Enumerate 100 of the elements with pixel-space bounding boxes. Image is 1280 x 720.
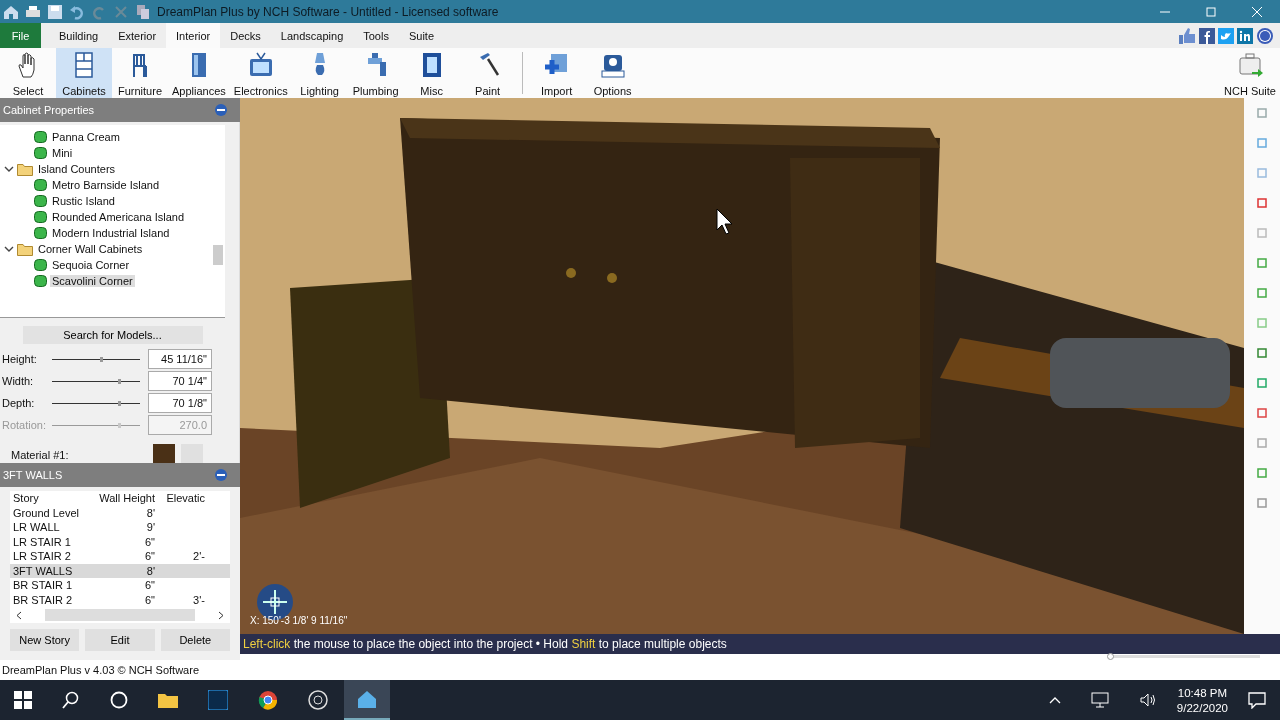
tool-icon[interactable] — [1257, 258, 1267, 268]
linkedin-icon[interactable] — [1237, 27, 1253, 44]
story-row[interactable]: LR STAIR 2 6" 2'- — [10, 549, 230, 564]
toolbar-button[interactable]: Furniture — [112, 48, 168, 98]
tree-folder[interactable]: Island Counters — [36, 163, 118, 175]
browser-icon[interactable] — [258, 690, 278, 710]
tree-item[interactable]: Mini — [50, 147, 75, 159]
file-menu[interactable]: File — [0, 23, 41, 48]
tool-icon[interactable] — [1257, 498, 1267, 508]
collapse-icon[interactable] — [214, 103, 228, 117]
toolbar-button[interactable]: Options — [584, 48, 641, 98]
value-field[interactable]: 70 1/8" — [148, 393, 212, 413]
speaker-icon[interactable] — [1138, 692, 1157, 708]
tree-folder[interactable]: Corner Wall Cabinets — [36, 243, 145, 255]
ribbon-tab[interactable]: Building — [49, 23, 109, 48]
thumbs-up-icon[interactable] — [1178, 26, 1196, 45]
notification-icon[interactable] — [1248, 691, 1266, 709]
tool-icon[interactable] — [1257, 468, 1267, 478]
tool-icon[interactable] — [1257, 288, 1267, 298]
print-icon[interactable] — [25, 3, 41, 20]
story-row[interactable]: Ground Level 8' — [10, 505, 230, 520]
window-title: DreamPlan Plus by NCH Software - Untitled - Licensed software — [157, 4, 499, 19]
value-field[interactable]: 45 11/16" — [148, 349, 212, 369]
expand-chevron-icon[interactable] — [4, 164, 14, 174]
3d-viewport[interactable]: X: 150'-3 1/8' 9 11/16" — [240, 98, 1244, 634]
tree-item[interactable]: Scavolini Corner — [50, 275, 135, 287]
ribbon-tab[interactable]: Landscaping — [270, 23, 354, 48]
story-button[interactable]: Delete — [160, 629, 230, 651]
ribbon-tab[interactable]: Interior — [166, 23, 221, 48]
tree-item[interactable]: Panna Cream — [50, 131, 122, 143]
hint-text: Left-click the mouse to place the object into the project • Hold Shift to place multiple objects — [243, 636, 727, 651]
tree-item[interactable]: Metro Barnside Island — [50, 179, 161, 191]
facebook-icon[interactable] — [1199, 27, 1215, 44]
folder-icon[interactable] — [158, 692, 178, 708]
search-icon[interactable] — [62, 691, 80, 709]
toolbar-button[interactable]: Lighting — [291, 48, 348, 98]
tool-icon[interactable] — [1257, 108, 1267, 118]
tree-item[interactable]: Rounded Americana Island — [50, 211, 187, 223]
expand-chevron-icon[interactable] — [4, 244, 14, 254]
toolbar-button[interactable]: Select — [0, 48, 56, 98]
field-label: Material #1: — [11, 449, 70, 461]
nch-suite-button[interactable]: NCH Suite — [1220, 48, 1280, 98]
story-row[interactable]: 3FT WALLS 8' — [10, 563, 230, 578]
toolbar-button[interactable]: Cabinets — [56, 48, 112, 98]
close-icon[interactable] — [1252, 6, 1262, 17]
material-swatch[interactable] — [153, 444, 175, 463]
copy-icon[interactable] — [135, 3, 151, 20]
model-icon — [34, 147, 47, 159]
tree-item[interactable]: Sequoia Corner — [50, 259, 132, 271]
aperture-icon[interactable] — [308, 690, 328, 710]
ps-app-icon[interactable] — [208, 690, 228, 710]
toolbar-button[interactable]: Import — [528, 48, 585, 98]
story-row[interactable]: LR STAIR 1 6" — [10, 534, 230, 549]
app-taskbar-button[interactable] — [344, 680, 390, 720]
tool-icon[interactable] — [1257, 438, 1267, 448]
ribbon-tab[interactable]: Suite — [398, 23, 444, 48]
save-icon[interactable] — [47, 3, 63, 20]
toolbar-button[interactable]: Paint — [459, 48, 516, 98]
collapse-icon[interactable] — [214, 468, 228, 482]
toolbar-button[interactable]: Appliances — [168, 48, 230, 98]
status-text: DreamPlan Plus v 4.03 © NCH Software — [2, 664, 199, 676]
home-icon[interactable] — [3, 3, 19, 20]
scroll-left-icon[interactable] — [16, 610, 22, 620]
toolbar-button[interactable]: Electronics — [229, 48, 292, 98]
story-button[interactable]: Edit — [85, 629, 155, 651]
circle-icon[interactable] — [110, 691, 128, 709]
value-field: 270.0 — [148, 415, 212, 435]
ribbon-tab[interactable]: Exterior — [108, 23, 167, 48]
column-header[interactable]: Story — [13, 491, 99, 505]
help-icon[interactable] — [1256, 26, 1274, 45]
chevron-up-icon[interactable] — [1048, 696, 1061, 704]
clock[interactable]: 10:48 PM 9/22/2020 — [1176, 686, 1228, 714]
restore-icon[interactable] — [1206, 6, 1216, 17]
network-icon[interactable] — [1090, 692, 1109, 708]
undo-icon[interactable] — [69, 3, 85, 20]
tree-item[interactable]: Rustic Island — [50, 195, 117, 207]
column-header[interactable]: Wall Height — [99, 491, 159, 505]
tool-icon[interactable] — [1257, 348, 1267, 358]
ribbon-tab[interactable]: Decks — [220, 23, 271, 48]
tree-item[interactable]: Modern Industrial Island — [50, 227, 172, 239]
toolbar-button[interactable]: Plumbing — [347, 48, 404, 98]
tool-icon[interactable] — [1257, 378, 1267, 388]
story-row[interactable]: BR STAIR 1 6" — [10, 578, 230, 593]
twitter-icon[interactable] — [1218, 27, 1234, 44]
story-button[interactable]: New Story — [10, 629, 80, 651]
tool-icon[interactable] — [1257, 198, 1267, 208]
value-field[interactable]: 70 1/4" — [148, 371, 212, 391]
tool-icon[interactable] — [1257, 408, 1267, 418]
timeline-slider[interactable] — [1110, 655, 1260, 659]
ribbon-tab[interactable]: Tools — [353, 23, 399, 48]
table-cell: 6" — [144, 579, 155, 592]
windows-start-icon[interactable] — [14, 691, 32, 709]
toolbar-button[interactable]: Misc — [403, 48, 460, 98]
model-icon — [34, 259, 47, 271]
story-row[interactable]: BR STAIR 2 6" 3'- — [10, 592, 230, 607]
search-models-button[interactable]: Search for Models... — [22, 326, 203, 344]
story-row[interactable]: LR WALL 9' — [10, 520, 230, 535]
scroll-right-icon[interactable] — [218, 610, 224, 620]
column-header[interactable]: Elevatic — [159, 491, 209, 505]
tool-icon[interactable] — [1257, 138, 1267, 148]
